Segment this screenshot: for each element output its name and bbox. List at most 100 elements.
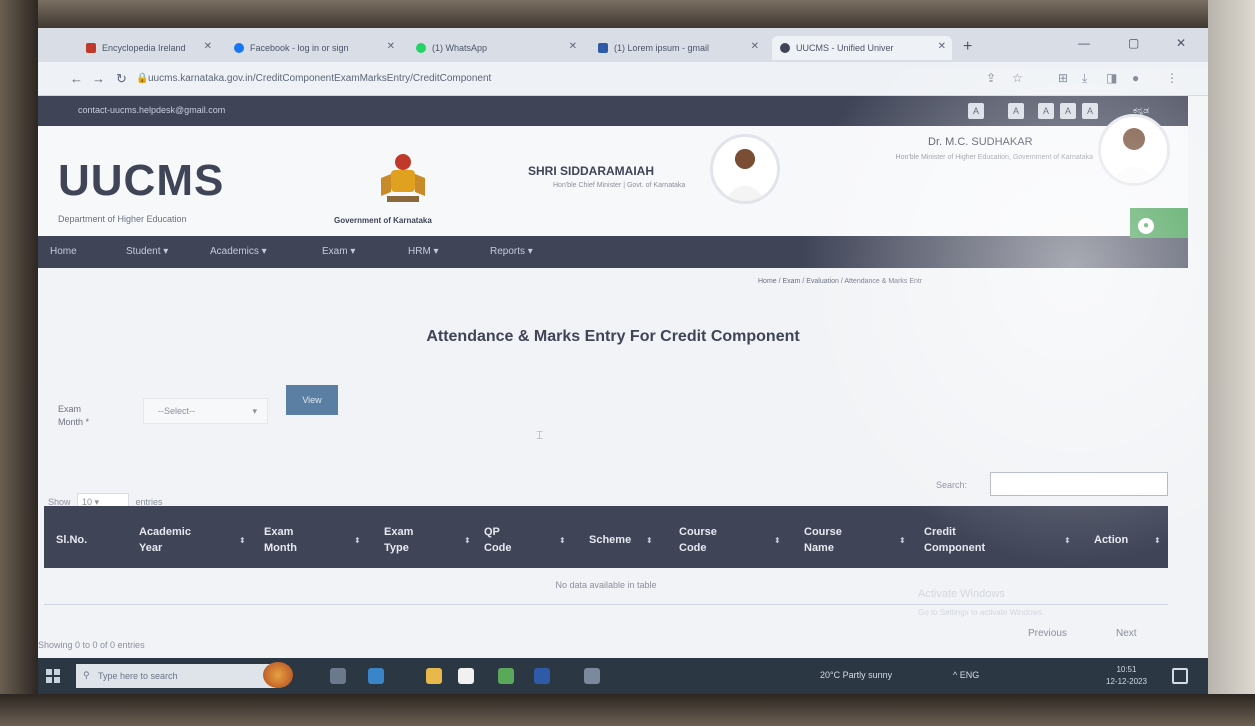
contact-email[interactable]: contact-uucms.helpdesk@gmail.com [78, 105, 225, 115]
store-icon[interactable] [458, 668, 474, 684]
browser-tab-bar: Encyclopedia Ireland ✕ Facebook - log in… [38, 28, 1208, 62]
cm-title: Hon'ble Chief Minister | Govt. of Karnat… [553, 182, 686, 189]
taskbar-clock[interactable]: 10:51 12-12-2023 [1106, 664, 1147, 688]
nav-reports[interactable]: Reports ▾ [490, 246, 533, 257]
column-header[interactable]: Academic Year [139, 524, 209, 556]
exam-month-select[interactable]: --Select-- ▾ [143, 398, 268, 424]
sort-icon[interactable]: ⬍ [559, 536, 566, 545]
menu-dots-icon[interactable]: ⋮ [1166, 71, 1178, 85]
browser-tab[interactable]: Encyclopedia Ireland ✕ [78, 36, 218, 60]
font-size-button[interactable]: A [968, 103, 984, 119]
system-tray[interactable]: ^ ENG [953, 670, 979, 680]
minister-name: Dr. M.C. SUDHAKAR [928, 136, 1033, 148]
profile-icon[interactable]: ● [1132, 71, 1139, 85]
sort-icon[interactable]: ⬍ [899, 536, 906, 545]
next-button[interactable]: Next [1116, 628, 1137, 639]
column-header[interactable]: QP Code [484, 524, 520, 556]
minimize-icon[interactable]: — [1078, 36, 1090, 50]
user-icon[interactable]: ● [1138, 218, 1154, 234]
site-header: UUCMS Department of Higher Education Gov… [38, 114, 1188, 236]
app-icon[interactable] [584, 668, 600, 684]
column-header[interactable]: Action [1094, 532, 1128, 548]
taskbar-search-placeholder: Type here to search [98, 671, 178, 681]
sort-icon[interactable]: ⬍ [774, 536, 781, 545]
file-explorer-icon[interactable] [426, 668, 442, 684]
sort-icon[interactable]: ⬍ [239, 536, 246, 545]
sort-icon[interactable]: ⬍ [1064, 536, 1071, 545]
maximize-icon[interactable]: ▢ [1128, 36, 1139, 50]
browser-tab[interactable]: (1) WhatsApp ✕ [408, 36, 583, 60]
column-header[interactable]: Credit Component [924, 524, 1014, 556]
mail-icon[interactable] [534, 668, 550, 684]
site-top-bar: contact-uucms.helpdesk@gmail.com A A A A… [38, 96, 1188, 126]
nav-student[interactable]: Student ▾ [126, 246, 168, 257]
close-icon[interactable]: ✕ [204, 41, 212, 52]
bookmark-star-icon[interactable]: ☆ [1012, 71, 1023, 85]
browser-tab[interactable]: Facebook - log in or sign ✕ [226, 36, 401, 60]
download-icon[interactable]: ⤓ [1082, 71, 1087, 86]
font-size-button[interactable]: A [1082, 103, 1098, 119]
column-header[interactable]: Sl.No. [56, 532, 87, 548]
nav-hrm[interactable]: HRM ▾ [408, 246, 439, 257]
karnataka-emblem-icon [381, 154, 425, 202]
close-icon[interactable]: ✕ [387, 41, 395, 52]
browser-tab-active[interactable]: UUCMS - Unified Univer ✕ [772, 36, 952, 60]
task-view-icon[interactable] [330, 668, 346, 684]
monitor-bezel-bottom [0, 694, 1255, 726]
column-header[interactable]: Course Name [804, 524, 864, 556]
nav-home[interactable]: Home [50, 246, 77, 257]
share-icon[interactable]: ⇪ [986, 71, 996, 85]
weather-widget[interactable]: 20°C Partly sunny [820, 670, 892, 680]
windows-start-icon[interactable] [46, 669, 60, 683]
new-tab-icon[interactable]: + [963, 38, 972, 56]
cm-name: SHRI SIDDARAMAIAH [528, 164, 654, 178]
tab-favicon-icon [416, 43, 426, 53]
chrome-icon[interactable] [498, 668, 514, 684]
font-size-button[interactable]: A [1038, 103, 1054, 119]
clock-time: 10:51 [1116, 665, 1137, 674]
tab-label: (1) WhatsApp [432, 43, 488, 53]
close-icon[interactable]: ✕ [751, 41, 759, 52]
notification-icon[interactable] [1172, 668, 1188, 684]
browser-tab[interactable]: (1) Lorem ipsum - gmail ✕ [590, 36, 765, 60]
nav-academics[interactable]: Academics ▾ [210, 246, 267, 257]
main-nav: Home Student ▾ Academics ▾ Exam ▾ HRM ▾ … [38, 236, 1188, 268]
tab-label: (1) Lorem ipsum - gmail [614, 43, 710, 53]
close-icon[interactable]: ✕ [569, 41, 577, 52]
monitor-bezel-top [0, 0, 1255, 30]
sort-icon[interactable]: ⬍ [1154, 536, 1161, 545]
column-header[interactable]: Exam Month [264, 524, 314, 556]
column-header[interactable]: Course Code [679, 524, 729, 556]
previous-button[interactable]: Previous [1028, 628, 1067, 639]
extensions-icon[interactable]: ⊞ [1058, 71, 1068, 85]
close-icon[interactable]: ✕ [938, 41, 946, 52]
column-header[interactable]: Scheme [589, 532, 631, 548]
font-size-button[interactable]: A [1008, 103, 1024, 119]
table-search-input[interactable] [990, 472, 1168, 496]
reload-icon[interactable]: ↻ [116, 71, 127, 87]
tab-favicon-icon [234, 43, 244, 53]
view-button[interactable]: View [286, 385, 338, 415]
taskbar-search-input[interactable]: ⚲ Type here to search [76, 664, 276, 688]
forward-icon[interactable]: → [92, 71, 105, 86]
minister-portrait [1098, 114, 1170, 186]
url-field[interactable]: uucms.karnataka.gov.in/CreditComponentEx… [148, 70, 748, 88]
nav-exam[interactable]: Exam ▾ [322, 246, 355, 257]
breadcrumb[interactable]: Home / Exam / Evaluation / Attendance & … [758, 278, 922, 285]
uucms-logo[interactable]: UUCMS [58, 156, 224, 206]
windows-taskbar: ⚲ Type here to search 20°C Partly sunny … [38, 658, 1208, 694]
font-size-button[interactable]: A [1060, 103, 1076, 119]
widget-icon[interactable] [263, 662, 293, 688]
back-icon[interactable]: ← [70, 71, 83, 86]
table-header: Sl.No. Academic Year ⬍ Exam Month ⬍ Exam… [44, 506, 1168, 568]
column-header[interactable]: Exam Type [384, 524, 424, 556]
close-window-icon[interactable]: ✕ [1176, 36, 1186, 50]
search-label: Search: [936, 480, 968, 490]
tab-label: Encyclopedia Ireland [102, 43, 186, 53]
edge-icon[interactable] [368, 668, 384, 684]
sort-icon[interactable]: ⬍ [464, 536, 471, 545]
sidebar-icon[interactable]: ◨ [1106, 71, 1117, 85]
sort-icon[interactable]: ⬍ [354, 536, 361, 545]
sort-icon[interactable]: ⬍ [646, 536, 653, 545]
cm-portrait [710, 134, 780, 204]
